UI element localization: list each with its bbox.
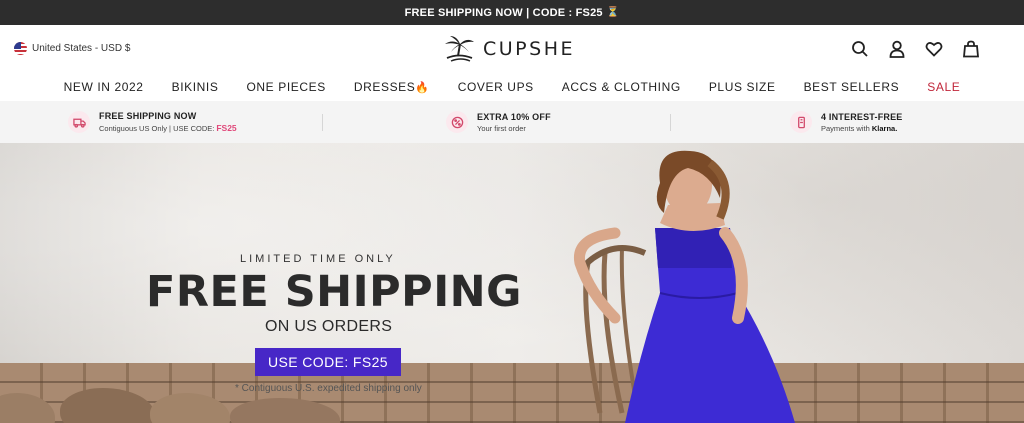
benefit-interest-free[interactable]: 4 INTEREST-FREE Payments with Klarna. [790, 101, 903, 143]
nav-dresses-link[interactable]: DRESSES🔥 [354, 80, 430, 94]
nav-dresses: DRESSES [353, 80, 416, 94]
search-icon[interactable] [851, 40, 869, 58]
hero-copy: LIMITED TIME ONLY FREE SHIPPING ON US OR… [140, 143, 522, 423]
hero-headline: FREE SHIPPING [146, 267, 522, 317]
nav-new-in[interactable]: NEW IN 2022 [64, 80, 144, 94]
shopping-bag-icon[interactable] [962, 40, 980, 58]
main-nav: NEW IN 2022 BIKINIS ONE PIECES DRESSES🔥 … [0, 73, 1024, 101]
nav-bikinis[interactable]: BIKINIS [172, 80, 219, 94]
use-code-button[interactable]: USE CODE: FS25 [255, 348, 401, 376]
nav-plus-size[interactable]: PLUS SIZE [709, 80, 776, 94]
hero-subheadline: ON US ORDERS [265, 318, 393, 335]
hero-banner[interactable]: LIMITED TIME ONLY FREE SHIPPING ON US OR… [0, 143, 1024, 423]
model-photo [573, 150, 795, 423]
nav-sale[interactable]: SALE [927, 80, 960, 94]
announcement-text: FREE SHIPPING NOW | CODE : FS25 [404, 6, 603, 19]
logo-wordmark: CUPSHE [483, 38, 575, 60]
klarna-logo: Klarna. [871, 123, 898, 133]
announcement-bar: FREE SHIPPING NOW | CODE : FS25 ⏳ [0, 0, 1024, 25]
palm-island-logo-icon [445, 36, 474, 62]
header-actions [851, 40, 980, 58]
truck-icon [68, 111, 90, 133]
nav-cover-ups[interactable]: COVER UPS [458, 80, 534, 94]
hero-footnote: * Contiguous U.S. expedited shipping onl… [235, 383, 422, 394]
phone-payment-icon [790, 111, 812, 133]
fire-icon: 🔥 [415, 82, 430, 94]
percent-badge-icon [446, 111, 468, 133]
nav-one-pieces[interactable]: ONE PIECES [246, 80, 325, 94]
hourglass-icon: ⏳ [606, 7, 620, 18]
account-icon[interactable] [888, 40, 906, 58]
nav-best-sellers[interactable]: BEST SELLERS [804, 80, 900, 94]
divider [670, 114, 671, 131]
locale-label: United States - USD $ [32, 43, 131, 54]
wishlist-heart-icon[interactable] [925, 40, 943, 58]
benefit-title: FREE SHIPPING NOW [99, 111, 197, 121]
nav-accs-clothing[interactable]: ACCS & CLOTHING [562, 80, 681, 94]
benefit-title: 4 INTEREST-FREE [821, 111, 903, 122]
header: United States - USD $ CUPSHE [0, 25, 1024, 73]
benefit-extra-off[interactable]: EXTRA 10% OFF Your first order [446, 101, 551, 143]
divider [322, 114, 323, 131]
benefits-strip: FREE SHIPPING NOW Contiguous US Only | U… [0, 101, 1024, 143]
benefit-detail: Contiguous US Only | USE CODE: [99, 124, 215, 133]
promo-code: FS25 [216, 123, 237, 133]
benefit-detail: Payments with [821, 123, 870, 133]
locale-selector[interactable]: United States - USD $ [14, 42, 130, 55]
hero-eyebrow: LIMITED TIME ONLY [240, 253, 396, 265]
benefit-detail: Your first order [477, 123, 526, 133]
benefit-free-shipping[interactable]: FREE SHIPPING NOW Contiguous US Only | U… [68, 101, 237, 143]
logo[interactable]: CUPSHE [439, 33, 575, 65]
benefit-title: EXTRA 10% OFF [477, 111, 551, 122]
us-flag-icon [14, 42, 27, 55]
